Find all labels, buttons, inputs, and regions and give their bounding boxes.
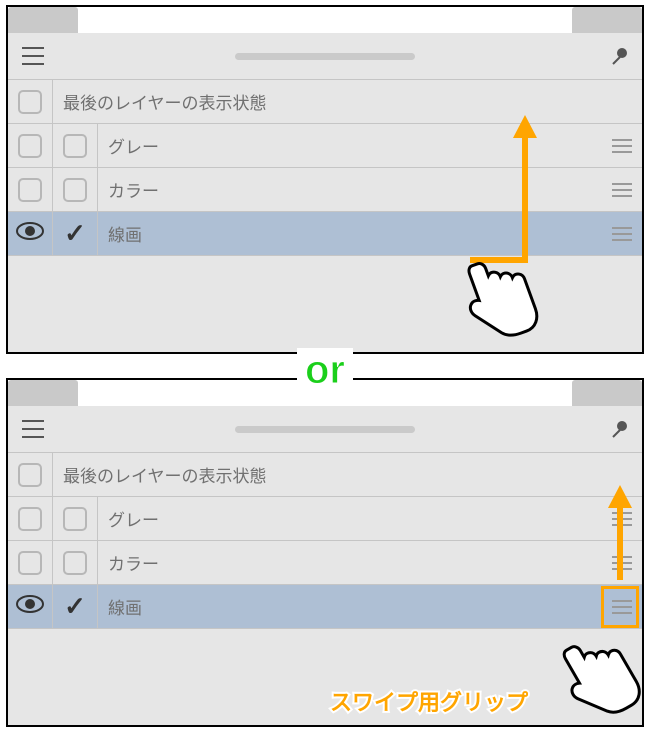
grip-cell[interactable] xyxy=(602,168,642,211)
drag-handle-icon[interactable] xyxy=(235,53,415,60)
layer-panel-bottom: 最後のレイヤーの表示状態 グレー カラー ✓ 線画 xyxy=(6,378,644,727)
list-header: 最後のレイヤーの表示状態 xyxy=(8,452,642,497)
pin-icon[interactable] xyxy=(610,47,628,65)
layer-label: グレー xyxy=(98,497,602,540)
checkbox-icon[interactable] xyxy=(18,178,42,202)
grip-cell[interactable] xyxy=(602,124,642,167)
checkbox-icon[interactable] xyxy=(63,178,87,202)
visibility-cell[interactable] xyxy=(8,212,53,255)
menu-icon[interactable] xyxy=(22,420,44,438)
checkbox-icon[interactable] xyxy=(63,134,87,158)
checkbox-icon[interactable] xyxy=(18,551,42,575)
hand-cursor-icon xyxy=(550,630,640,735)
eye-icon xyxy=(16,594,44,619)
swipe-arrow-icon xyxy=(608,480,638,590)
menu-icon[interactable] xyxy=(22,47,44,65)
visibility-cell[interactable] xyxy=(8,585,53,628)
checkbox-icon[interactable] xyxy=(63,507,87,531)
check-cell[interactable] xyxy=(53,124,98,167)
tab-strip xyxy=(8,7,642,33)
pin-icon[interactable] xyxy=(610,420,628,438)
check-cell[interactable] xyxy=(53,541,98,584)
layer-label: 線画 xyxy=(98,585,602,628)
grip-icon[interactable] xyxy=(612,139,632,153)
tab-inactive-right[interactable] xyxy=(572,380,642,406)
tab-inactive-right[interactable] xyxy=(572,7,642,33)
checkbox-icon[interactable] xyxy=(18,134,42,158)
visibility-cell[interactable] xyxy=(8,168,53,211)
column-label-header: 最後のレイヤーの表示状態 xyxy=(53,80,642,123)
hand-cursor-icon xyxy=(450,250,540,355)
layer-label: カラー xyxy=(98,541,602,584)
check-cell[interactable]: ✓ xyxy=(53,585,98,628)
layer-row[interactable]: グレー xyxy=(8,497,642,541)
grip-highlight xyxy=(601,586,639,628)
header-label: 最後のレイヤーの表示状態 xyxy=(63,89,267,114)
grip-icon[interactable] xyxy=(612,227,632,241)
checkmark-icon: ✓ xyxy=(64,218,86,249)
tab-inactive-left[interactable] xyxy=(8,380,78,406)
grip-icon[interactable] xyxy=(612,183,632,197)
visibility-cell[interactable] xyxy=(8,124,53,167)
header-label: 最後のレイヤーの表示状態 xyxy=(63,462,267,487)
eye-icon xyxy=(16,221,44,246)
tab-inactive-left[interactable] xyxy=(8,7,78,33)
visibility-cell[interactable] xyxy=(8,541,53,584)
check-cell[interactable] xyxy=(53,497,98,540)
layer-row-selected[interactable]: ✓ 線画 xyxy=(8,585,642,629)
panel-toolbar xyxy=(8,33,642,79)
layer-row[interactable]: カラー xyxy=(8,541,642,585)
grip-cell[interactable] xyxy=(602,212,642,255)
swipe-grip-label: スワイプ用グリップ xyxy=(330,685,528,717)
checkbox-icon[interactable] xyxy=(18,507,42,531)
drag-handle-icon[interactable] xyxy=(235,426,415,433)
column-visibility-header xyxy=(8,453,53,496)
or-separator: or xyxy=(297,348,353,393)
visibility-cell[interactable] xyxy=(8,497,53,540)
check-cell[interactable]: ✓ xyxy=(53,212,98,255)
panel-toolbar xyxy=(8,406,642,452)
checkbox-icon[interactable] xyxy=(18,90,42,114)
column-visibility-header xyxy=(8,80,53,123)
checkbox-icon[interactable] xyxy=(63,551,87,575)
checkbox-icon[interactable] xyxy=(18,463,42,487)
checkmark-icon: ✓ xyxy=(64,591,86,622)
column-label-header: 最後のレイヤーの表示状態 xyxy=(53,453,642,496)
check-cell[interactable] xyxy=(53,168,98,211)
